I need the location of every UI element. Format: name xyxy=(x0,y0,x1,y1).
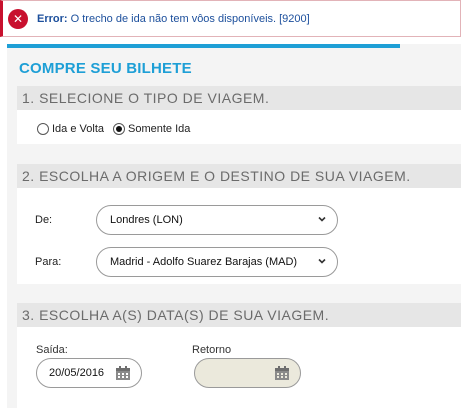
one-way-label: Somente Ida xyxy=(128,123,191,135)
error-banner: ✕ Error: O trecho de ida não tem vôos di… xyxy=(0,0,461,37)
chevron-down-icon xyxy=(318,258,326,264)
close-icon: ✕ xyxy=(8,8,28,29)
top-accent-rule xyxy=(7,44,400,48)
return-label: Retorno xyxy=(192,344,232,356)
round-trip-label: Ida e Volta xyxy=(52,123,104,135)
section-dates-heading: 3. ESCOLHA A(S) DATA(S) DE SUA VIAGEM. xyxy=(17,303,461,327)
section-route-heading: 2. ESCOLHA A ORIGEM E O DESTINO DE SUA V… xyxy=(17,164,461,188)
destination-select[interactable]: Madrid - Adolfo Suarez Barajas (MAD) xyxy=(96,247,338,277)
departure-date-input[interactable]: 20/05/2016 xyxy=(36,358,142,388)
chevron-down-icon xyxy=(318,216,326,222)
page-title: COMPRE SEU BILHETE xyxy=(19,60,192,77)
round-trip-radio[interactable] xyxy=(37,123,49,135)
origin-value: Londres (LON) xyxy=(110,214,183,226)
destination-label: Para: xyxy=(35,256,62,268)
section-trip-type: Ida e Volta Somente Ida xyxy=(17,110,461,144)
departure-date-value: 20/05/2016 xyxy=(49,367,105,379)
error-label: Error: xyxy=(37,12,68,25)
section-dates: Saída: 20/05/2016 Retorno xyxy=(17,327,461,408)
departure-label: Saída: xyxy=(36,344,68,356)
calendar-icon[interactable] xyxy=(115,366,131,381)
booking-panel: COMPRE SEU BILHETE 1. SELECIONE O TIPO D… xyxy=(7,44,461,408)
return-date-input[interactable] xyxy=(194,358,301,388)
section-route: De: Londres (LON) Para: Madrid - Adolfo … xyxy=(17,188,461,284)
calendar-icon[interactable] xyxy=(274,366,290,381)
origin-label: De: xyxy=(35,214,53,226)
error-message: Error: O trecho de ida não tem vôos disp… xyxy=(37,13,310,25)
one-way-option[interactable]: Somente Ida xyxy=(113,123,190,135)
error-text: O trecho de ida não tem vôos disponíveis… xyxy=(67,12,310,25)
one-way-radio[interactable] xyxy=(113,123,125,135)
destination-value: Madrid - Adolfo Suarez Barajas (MAD) xyxy=(110,256,298,268)
round-trip-option[interactable]: Ida e Volta xyxy=(37,123,104,135)
section-trip-type-heading: 1. SELECIONE O TIPO DE VIAGEM. xyxy=(17,86,461,110)
origin-select[interactable]: Londres (LON) xyxy=(96,205,338,235)
